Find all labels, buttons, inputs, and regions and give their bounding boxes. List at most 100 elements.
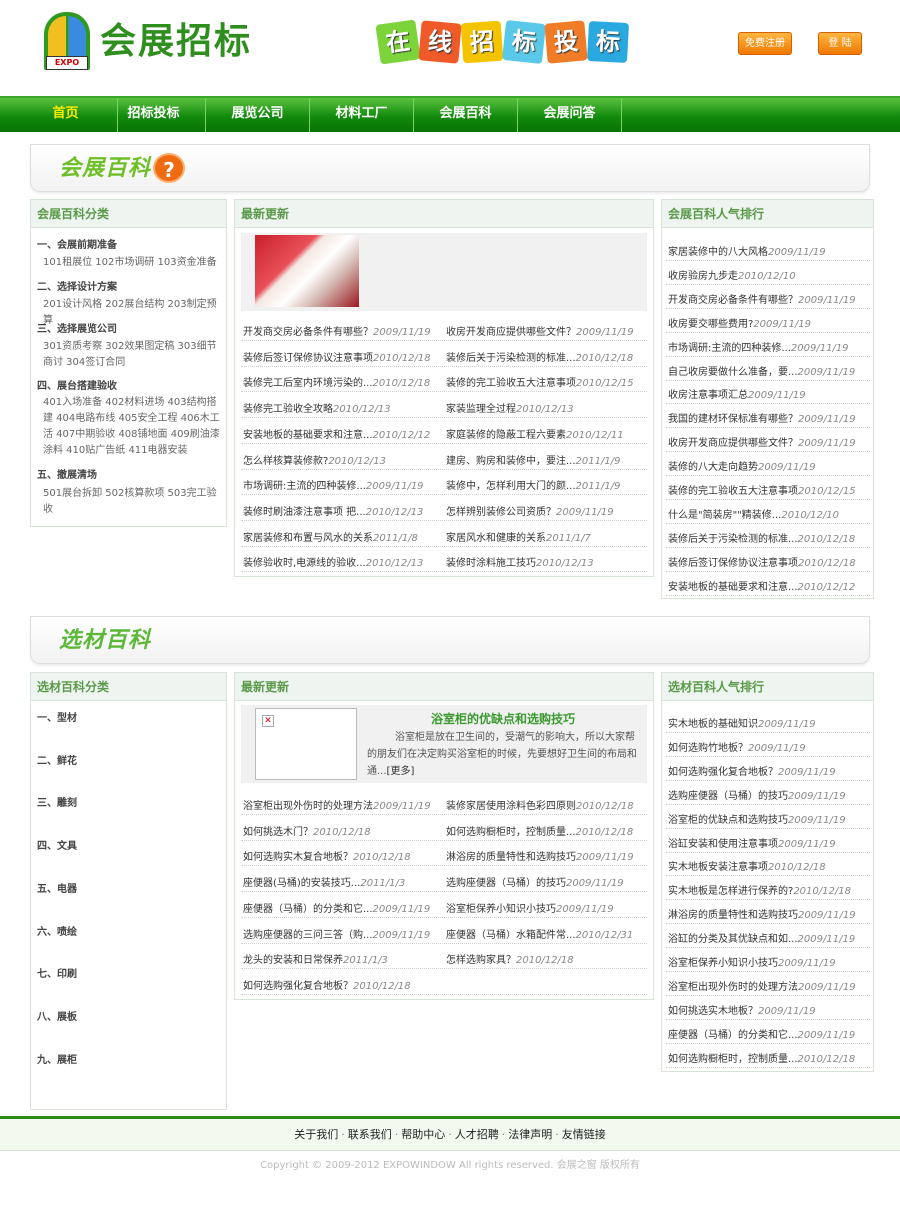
list-item[interactable]: 家庭装修的隐蔽工程六要素2010/12/11	[446, 426, 644, 441]
featured-more-link[interactable]: [更多]	[387, 766, 415, 777]
footer-link[interactable]: 人才招聘	[455, 1128, 499, 1141]
nav-item-bidding[interactable]: 招标投标	[102, 98, 206, 132]
item-title[interactable]: 收房要交哪些费用?	[668, 319, 753, 330]
footer-link[interactable]: 联系我们	[348, 1128, 392, 1141]
item-title[interactable]: 装修的完工验收五大注意事项	[668, 486, 798, 497]
list-item[interactable]: 座便器（马桶）的分类和它...2009/11/19	[243, 900, 441, 915]
item-title[interactable]: 浴缸的分类及其优缺点和如...	[668, 934, 798, 945]
item-title[interactable]: 装修完工后室内环境污染的...	[243, 378, 373, 389]
list-item[interactable]: 装修的完工验收五大注意事项2010/12/15	[668, 482, 868, 497]
item-title[interactable]: 怎么样核算装修款?	[243, 456, 328, 467]
category-item[interactable]: 五、电器	[37, 880, 77, 895]
item-title[interactable]: 浴室柜保养小知识小技巧	[668, 958, 778, 969]
list-item[interactable]: 收房开发商应提供哪些文件？2009/11/19	[446, 323, 644, 338]
item-title[interactable]: 如何选购强化复合地板？	[668, 767, 778, 778]
item-title[interactable]: 装修家居使用涂料色彩四原则	[446, 801, 576, 812]
list-item[interactable]: 装修后签订保修协议注意事项2010/12/18	[243, 349, 441, 364]
item-title[interactable]: 收房开发商应提供哪些文件？	[668, 438, 798, 449]
category-items[interactable]: 501展台拆卸 502核算款项 503完工验收	[43, 486, 223, 518]
list-item[interactable]: 装修后关于污染检测的标准...2010/12/18	[446, 349, 644, 364]
item-title[interactable]: 淋浴房的质量特性和选购技巧	[446, 852, 576, 863]
list-item[interactable]: 如何选购竹地板？2009/11/19	[668, 739, 868, 754]
featured-title[interactable]: 浴室柜的优缺点和选购技巧	[365, 710, 641, 727]
list-item[interactable]: 浴室柜保养小知识小技巧2009/11/19	[446, 900, 644, 915]
featured-photo[interactable]	[255, 235, 359, 307]
item-title[interactable]: 什么是"简装房""精装修...	[668, 510, 781, 521]
site-logo[interactable]: EXPO 会展招标	[44, 12, 274, 76]
list-item[interactable]: 安装地板的基础要求和注意...2010/12/12	[668, 578, 868, 593]
category-heading[interactable]: 二、选择设计方案	[37, 278, 117, 293]
list-item[interactable]: 浴缸的分类及其优缺点和如...2009/11/19	[668, 930, 868, 945]
list-item[interactable]: 如何选购强化复合地板？2009/11/19	[668, 763, 868, 778]
list-item[interactable]: 开发商交房必备条件有哪些？2009/11/19	[243, 323, 441, 338]
footer-link[interactable]: 关于我们	[294, 1128, 338, 1141]
list-item[interactable]: 浴室柜保养小知识小技巧2009/11/19	[668, 954, 868, 969]
item-title[interactable]: 市场调研:主流的四种装修...	[668, 343, 791, 354]
list-item[interactable]: 座便器（马桶）水箱配件常...2010/12/31	[446, 926, 644, 941]
list-item[interactable]: 什么是"简装房""精装修...2010/12/10	[668, 506, 868, 521]
list-item[interactable]: 装修中，怎样利用大门的颜...2011/1/9	[446, 477, 644, 492]
item-title[interactable]: 装修后签订保修协议注意事项	[243, 353, 373, 364]
item-title[interactable]: 如何选购橱柜时，控制质量...	[446, 827, 576, 838]
item-title[interactable]: 自己收房要做什么准备，要...	[668, 367, 798, 378]
item-title[interactable]: 安装地板的基础要求和注意...	[668, 582, 798, 593]
nav-item-expo-wiki[interactable]: 会展百科	[414, 98, 518, 132]
item-title[interactable]: 家居风水和健康的关系	[446, 533, 546, 544]
list-item[interactable]: 实木地板是怎样进行保养的?2010/12/18	[668, 882, 868, 897]
list-item[interactable]: 怎样选购家具？2010/12/18	[446, 951, 644, 966]
list-item[interactable]: 装修后关于污染检测的标准...2010/12/18	[668, 530, 868, 545]
item-title[interactable]: 装修后签订保修协议注意事项	[668, 558, 798, 569]
item-title[interactable]: 龙头的安装和日常保养	[243, 955, 343, 966]
item-title[interactable]: 我国的建材环保标准有哪些？	[668, 414, 798, 425]
category-item[interactable]: 八、展板	[37, 1008, 77, 1023]
list-item[interactable]: 如何选购实木复合地板？2010/12/18	[243, 848, 441, 863]
list-item[interactable]: 装修验收时,电源线的验收...2010/12/13	[243, 554, 441, 569]
list-item[interactable]: 收房要交哪些费用?2009/11/19	[668, 315, 868, 330]
list-item[interactable]: 我国的建材环保标准有哪些？2009/11/19	[668, 410, 868, 425]
item-title[interactable]: 开发商交房必备条件有哪些？	[243, 327, 373, 338]
item-title[interactable]: 选购座便器（马桶）的技巧	[446, 878, 566, 889]
list-item[interactable]: 收房验房九步走2010/12/10	[668, 267, 868, 282]
category-items[interactable]: 101租展位 102市场调研 103资金准备	[43, 255, 223, 271]
list-item[interactable]: 装修的完工验收五大注意事项2010/12/15	[446, 374, 644, 389]
item-title[interactable]: 开发商交房必备条件有哪些？	[668, 295, 798, 306]
item-title[interactable]: 装修时涂料施工技巧	[446, 558, 536, 569]
item-title[interactable]: 如何选购橱柜时，控制质量...	[668, 1054, 798, 1065]
item-title[interactable]: 如何挑选实木地板？	[668, 1006, 758, 1017]
nav-item-exhibition-companies[interactable]: 展览公司	[206, 98, 310, 132]
item-title[interactable]: 浴室柜出现外伤时的处理方法	[668, 982, 798, 993]
item-title[interactable]: 如何选购竹地板？	[668, 743, 748, 754]
list-item[interactable]: 如何选购橱柜时，控制质量...2010/12/18	[668, 1050, 868, 1065]
category-item[interactable]: 二、鲜花	[37, 752, 77, 767]
footer-link[interactable]: 法律声明	[508, 1128, 552, 1141]
item-title[interactable]: 浴缸安装和使用注意事项	[668, 839, 778, 850]
item-title[interactable]: 座便器（马桶）水箱配件常...	[446, 930, 576, 941]
category-item[interactable]: 六、喷绘	[37, 923, 77, 938]
list-item[interactable]: 收房注意事项汇总2009/11/19	[668, 386, 868, 401]
item-title[interactable]: 座便器(马桶)的安装技巧...	[243, 878, 360, 889]
item-title[interactable]: 浴室柜出现外伤时的处理方法	[243, 801, 373, 812]
item-title[interactable]: 家庭装修的隐蔽工程六要素	[446, 430, 566, 441]
list-item[interactable]: 家居装修中的八大风格2009/11/19	[668, 243, 868, 258]
item-title[interactable]: 建房、购房和装修中，要注...	[446, 456, 576, 467]
item-title[interactable]: 装修的完工验收五大注意事项	[446, 378, 576, 389]
item-title[interactable]: 浴室柜的优缺点和选购技巧	[668, 815, 788, 826]
item-title[interactable]: 安装地板的基础要求和注意...	[243, 430, 373, 441]
category-item[interactable]: 九、展柜	[37, 1051, 77, 1066]
list-item[interactable]: 自己收房要做什么准备，要...2009/11/19	[668, 363, 868, 378]
list-item[interactable]: 淋浴房的质量特性和选购技巧2009/11/19	[668, 906, 868, 921]
item-title[interactable]: 收房验房九步走	[668, 271, 738, 282]
item-title[interactable]: 家居装修中的八大风格	[668, 247, 768, 258]
list-item[interactable]: 市场调研:主流的四种装修...2009/11/19	[668, 339, 868, 354]
list-item[interactable]: 装修完工后室内环境污染的...2010/12/18	[243, 374, 441, 389]
item-title[interactable]: 如何选购实木复合地板？	[243, 852, 353, 863]
list-item[interactable]: 建房、购房和装修中，要注...2011/1/9	[446, 452, 644, 467]
category-items[interactable]: 401入场准备 402材料进场 403结构搭建 404电路布线 405安全工程 …	[43, 395, 223, 459]
item-title[interactable]: 如何选购强化复合地板？	[243, 981, 353, 992]
list-item[interactable]: 淋浴房的质量特性和选购技巧2009/11/19	[446, 848, 644, 863]
list-item[interactable]: 选购座便器（马桶）的技巧2009/11/19	[446, 874, 644, 889]
list-item[interactable]: 如何选购强化复合地板？2010/12/18	[243, 977, 441, 992]
item-title[interactable]: 淋浴房的质量特性和选购技巧	[668, 910, 798, 921]
list-item[interactable]: 怎样辨别装修公司资质？2009/11/19	[446, 503, 644, 518]
category-heading[interactable]: 三、选择展览公司	[37, 320, 117, 335]
